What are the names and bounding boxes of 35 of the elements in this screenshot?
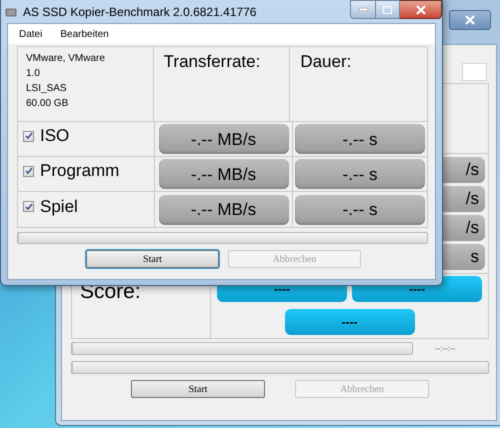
- test-label: Spiel: [40, 196, 78, 218]
- maximize-icon: [383, 6, 392, 14]
- minimize-button[interactable]: [350, 0, 376, 19]
- menu-item[interactable]: Datei: [19, 26, 42, 42]
- close-button[interactable]: [400, 0, 442, 19]
- drive-info-text: VMware, VMware: [26, 53, 106, 65]
- result-display: -.-- MB/s: [158, 159, 288, 189]
- checkbox[interactable]: [23, 166, 34, 176]
- elapsed-time: --:--:--: [435, 342, 456, 354]
- test-label: Programm: [40, 160, 120, 182]
- result-display: -.-- MB/s: [158, 124, 288, 154]
- score-display: ----: [284, 309, 414, 335]
- result-display: -.-- MB/s: [158, 194, 288, 224]
- close-icon: [416, 4, 426, 14]
- result-display: -.-- s: [295, 124, 425, 154]
- drive-icon: [5, 6, 17, 18]
- input-field[interactable]: [462, 63, 487, 81]
- result-display: -.-- s: [295, 159, 425, 189]
- checkbox[interactable]: [23, 201, 34, 212]
- start-button[interactable]: Start: [131, 380, 265, 398]
- start-button[interactable]: Start: [86, 250, 219, 268]
- result-display: -.-- s: [295, 194, 425, 224]
- minimize-icon: [358, 8, 368, 11]
- drive-info-text: 60.00 GB: [26, 98, 70, 110]
- close-button[interactable]: [449, 10, 491, 30]
- column-header: Dauer:: [300, 52, 352, 71]
- column-header: Transferrate:: [164, 52, 260, 71]
- menu-item[interactable]: Bearbeiten: [60, 26, 109, 42]
- test-label: ISO: [40, 125, 70, 148]
- checkbox[interactable]: [23, 130, 34, 142]
- drive-info-text: LSI_SAS: [26, 83, 68, 95]
- maximize-button[interactable]: [376, 0, 400, 19]
- window-title: AS SSD Kopier-Benchmark 2.0.6821.41776: [23, 4, 256, 21]
- drive-info-text: 1.0: [26, 68, 41, 80]
- close-icon: [465, 15, 475, 25]
